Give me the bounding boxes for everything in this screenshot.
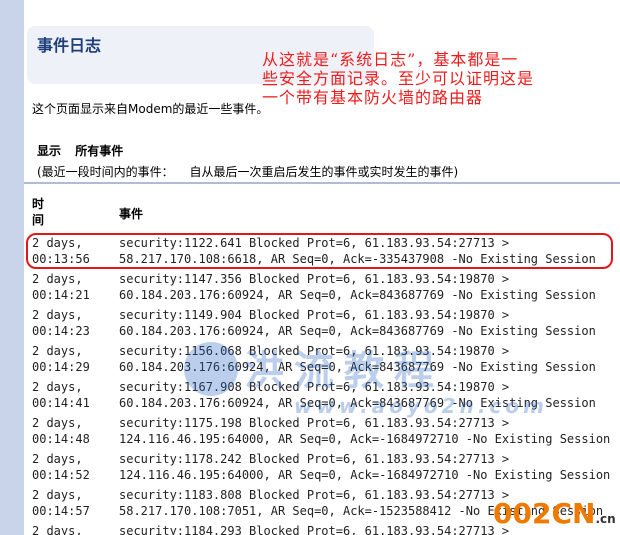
row-time-clock: 00:14:57	[32, 504, 90, 518]
row-event-line2: 60.184.203.176:60924, AR Seq=0, Ack=8436…	[119, 360, 596, 374]
row-event-line2: 124.116.46.195:64000, AR Seq=0, Ack=-168…	[119, 468, 611, 482]
row-time: 2 days, 00:14:57	[32, 487, 117, 519]
row-time-clock: 00:14:41	[32, 396, 90, 410]
row-time: 2 days, 00:14:52	[32, 451, 117, 483]
row-event: security:1147.356 Blocked Prot=6, 61.183…	[119, 271, 596, 303]
table-row: 2 days, 00:14:52 security:1178.242 Block…	[24, 449, 620, 485]
column-header-event: 事件	[119, 207, 144, 221]
row-event: security:1184.293 Blocked Prot=6, 61.183…	[119, 523, 509, 535]
row-time-day: 2 days,	[32, 380, 83, 394]
filter-row: 显示 所有事件	[37, 142, 123, 159]
annotation-line-1: 从这就是“系统日志”，基本都是一	[262, 50, 519, 69]
event-table-body: 2 days, 00:13:56 security:1122.641 Block…	[24, 233, 620, 535]
row-event-line1: security:1149.904 Blocked Prot=6, 61.183…	[119, 308, 510, 322]
row-time-day: 2 days,	[32, 416, 83, 430]
row-time: 2 days, 00:14:23	[32, 307, 117, 339]
highlight-annotation-circle	[26, 233, 613, 269]
row-event-line1: security:1167.908 Blocked Prot=6, 61.183…	[119, 380, 510, 394]
page-title: 事件日志	[37, 36, 102, 55]
site-logo-domain: .cn	[595, 512, 616, 526]
column-header-time: 时间	[32, 197, 45, 227]
row-time: 2 days, 00:14:41	[32, 379, 117, 411]
row-event-line2: 60.184.203.176:60924, AR Seq=0, Ack=8436…	[119, 324, 596, 338]
row-time-clock: 00:14:21	[32, 288, 90, 302]
row-event-line1: security:1156.068 Blocked Prot=6, 61.183…	[119, 344, 510, 358]
page-description: 这个页面显示来自Modem的最近一些事件。	[32, 102, 269, 116]
row-time-day: 2 days,	[32, 488, 83, 502]
row-time-clock: 00:14:48	[32, 432, 90, 446]
row-time-clock: 00:14:52	[32, 468, 90, 482]
filter-note: (最近一段时间内的事件： 自从最后一次重启后发生的事件或实时发生的事件)	[37, 163, 458, 180]
row-time: 2 days, 00:14:48	[32, 415, 117, 447]
row-event: security:1175.198 Blocked Prot=6, 61.183…	[119, 415, 610, 447]
row-event-line1: security:1175.198 Blocked Prot=6, 61.183…	[119, 416, 510, 430]
row-event-line1: security:1184.293 Blocked Prot=6, 61.183…	[119, 524, 510, 535]
table-row: 2 days, 00:14:29 security:1156.068 Block…	[24, 341, 620, 377]
filter-value-link[interactable]: 所有事件	[75, 144, 123, 158]
row-event: security:1167.908 Blocked Prot=6, 61.183…	[119, 379, 596, 411]
table-row: 2 days, 00:14:41 security:1167.908 Block…	[24, 377, 620, 413]
row-time-day: 2 days,	[32, 308, 83, 322]
row-time-day: 2 days,	[32, 452, 83, 466]
row-event: security:1149.904 Blocked Prot=6, 61.183…	[119, 307, 596, 339]
row-time-clock: 00:14:23	[32, 324, 90, 338]
red-annotation: 从这就是“系统日志”，基本都是一 些安全方面记录。至少可以证明这是 一个带有基本…	[262, 50, 602, 107]
row-event-line2: 60.184.203.176:60924, AR Seq=0, Ack=8436…	[119, 396, 596, 410]
site-logo: 002CN.cn	[493, 497, 618, 533]
filter-label: 显示	[37, 144, 62, 158]
row-time: 2 days, 00:14:21	[32, 271, 117, 303]
row-event-line1: security:1147.356 Blocked Prot=6, 61.183…	[119, 272, 510, 286]
table-row: 2 days, 00:14:21 security:1147.356 Block…	[24, 269, 620, 305]
annotation-line-2: 些安全方面记录。至少可以证明这是	[262, 69, 535, 88]
table-row: 2 days, 00:14:23 security:1149.904 Block…	[24, 305, 620, 341]
row-time-day: 2 days,	[32, 344, 83, 358]
row-time-clock: 00:14:29	[32, 360, 90, 374]
row-event-line2: 60.184.203.176:60924, AR Seq=0, Ack=8436…	[119, 288, 596, 302]
row-event: security:1178.242 Blocked Prot=6, 61.183…	[119, 451, 610, 483]
table-row: 2 days, 00:14:48 security:1175.198 Block…	[24, 413, 620, 449]
filter-note-prefix: (最近一段时间内的事件：	[37, 165, 174, 179]
row-time-day: 2 days,	[32, 272, 83, 286]
annotation-line-3: 一个带有基本防火墙的路由器	[262, 88, 484, 107]
filter-note-suffix: 自从最后一次重启后发生的事件或实时发生的事件)	[189, 165, 459, 179]
row-time: 2 days, 00:14:29	[32, 343, 117, 375]
row-event: security:1156.068 Blocked Prot=6, 61.183…	[119, 343, 596, 375]
row-time-day: 2 days,	[32, 524, 83, 535]
row-event-line2: 124.116.46.195:64000, AR Seq=0, Ack=-168…	[119, 432, 611, 446]
table-divider	[24, 182, 620, 186]
site-logo-main: 002CN	[493, 497, 596, 530]
row-time: 2 days,	[32, 523, 117, 535]
row-event-line1: security:1178.242 Blocked Prot=6, 61.183…	[119, 452, 510, 466]
